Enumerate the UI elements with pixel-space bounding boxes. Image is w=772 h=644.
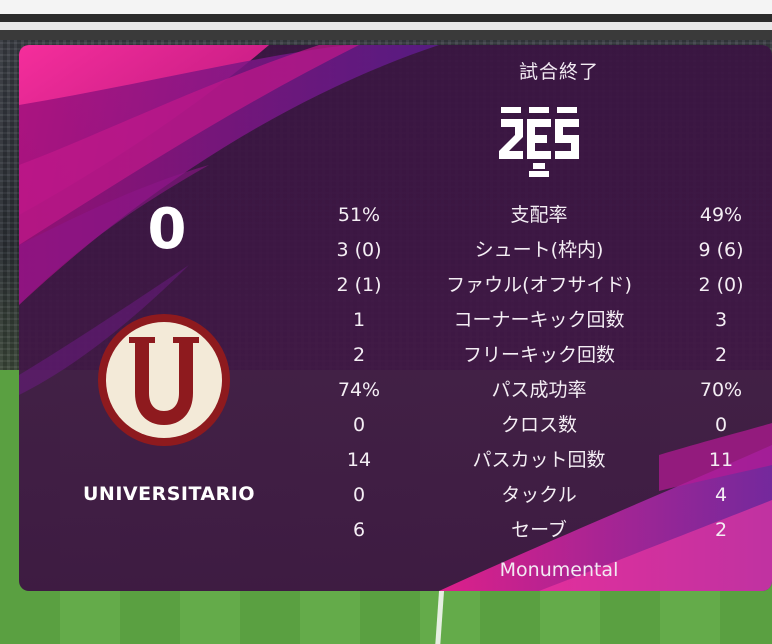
stat-label: 支配率 <box>510 204 568 226</box>
stat-label: タックル <box>501 484 577 506</box>
stat-row-tackles: 0 タックル 4 <box>19 478 772 512</box>
stat-away-value: 0 <box>714 414 728 436</box>
stat-row-free-kicks: 2 フリーキック回数 2 <box>19 338 772 372</box>
stat-away-value: 3 <box>714 309 728 331</box>
stat-label: クロス数 <box>500 414 577 436</box>
stat-row-shots: 3 (0) シュート(枠内) 9 (6) <box>19 233 772 267</box>
stat-home-value: 2 (1) <box>336 274 382 296</box>
stat-label: セーブ <box>511 519 567 541</box>
stat-row-fouls: 2 (1) ファウル(オフサイド) 2 (0) <box>19 268 772 302</box>
stat-away-value: 11 <box>708 449 734 471</box>
stat-away-value: 70% <box>699 379 743 401</box>
stat-away-value: 9 (6) <box>698 239 744 261</box>
stat-home-value: 3 (0) <box>336 239 382 261</box>
match-result-panel: 試合終了 0 UNIVERSITARIO 51% 支配率 49% 3 (0) シ… <box>19 45 772 591</box>
stat-away-value: 49% <box>699 204 743 226</box>
stat-home-value: 51% <box>337 204 381 226</box>
stat-home-value: 0 <box>352 414 366 436</box>
stat-away-value: 4 <box>714 484 728 506</box>
stat-home-value: 2 <box>352 344 366 366</box>
stat-row-pass-accuracy: 74% パス成功率 70% <box>19 373 772 407</box>
stat-home-value: 14 <box>346 449 372 471</box>
stat-away-value: 2 <box>714 344 728 366</box>
stat-label: コーナーキック回数 <box>453 309 625 331</box>
stat-away-value: 2 (0) <box>698 274 744 296</box>
stat-home-value: 1 <box>352 309 366 331</box>
stat-label: パス成功率 <box>491 379 587 401</box>
stat-row-crosses: 0 クロス数 0 <box>19 408 772 442</box>
stat-label: フリーキック回数 <box>462 344 615 366</box>
stat-away-value: 2 <box>714 519 728 541</box>
stat-home-value: 74% <box>337 379 381 401</box>
stat-home-value: 0 <box>352 484 366 506</box>
stat-row-saves: 6 セーブ 2 <box>19 513 772 547</box>
pes-logo-icon <box>499 107 579 177</box>
stat-label: パスカット回数 <box>472 449 606 471</box>
stat-row-corners: 1 コーナーキック回数 3 <box>19 303 772 337</box>
stat-label: シュート(枠内) <box>474 239 604 261</box>
stat-label: ファウル(オフサイド) <box>446 274 632 296</box>
stat-row-interceptions: 14 パスカット回数 11 <box>19 443 772 477</box>
match-status-title: 試合終了 <box>518 61 599 83</box>
stat-row-possession: 51% 支配率 49% <box>19 198 772 232</box>
stat-home-value: 6 <box>352 519 366 541</box>
stadium-name: Monumental <box>499 559 619 581</box>
